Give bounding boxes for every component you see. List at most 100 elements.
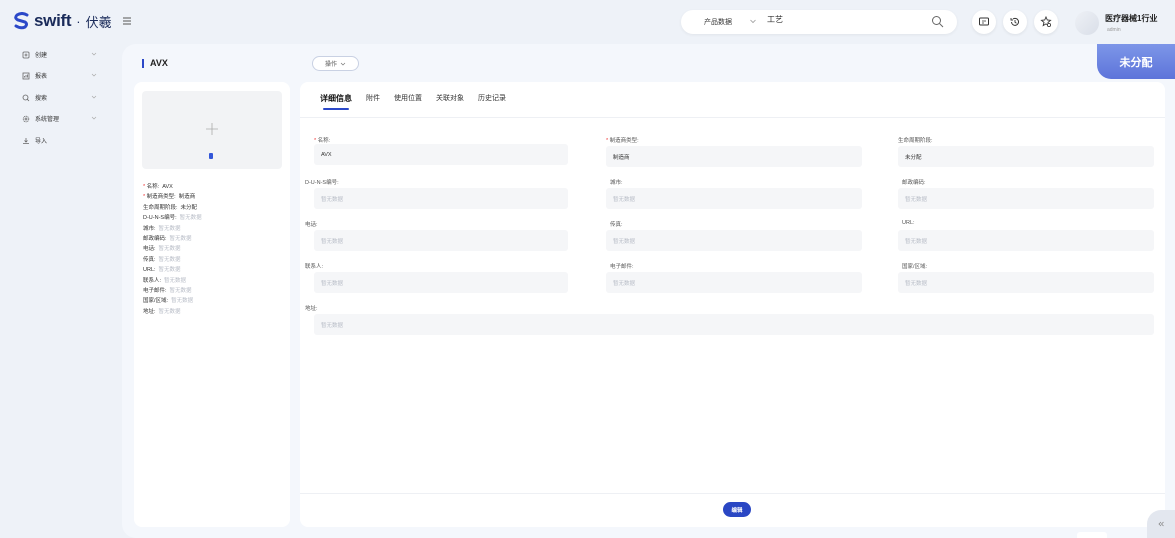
field-label-contact: 联系人:: [305, 264, 324, 270]
page-title: AVX: [150, 58, 168, 68]
summary-label: 国家/区域:: [143, 298, 169, 305]
summary-row: 联系人: 暂无数据: [143, 276, 202, 286]
report-icon: [22, 72, 30, 79]
summary-label: 邮政编码:: [143, 236, 167, 243]
image-pager-indicator[interactable]: [209, 153, 213, 159]
summary-row: 电话: 暂无数据: [143, 244, 202, 254]
collapse-panel-button[interactable]: [1147, 510, 1175, 538]
detail-card: 详细信息 附件 使用位置 关联对象 历史记录 * 名称: AVX * 制造商类型…: [300, 82, 1165, 527]
field-name[interactable]: AVX: [314, 144, 568, 165]
summary-value: 制造商: [178, 194, 196, 201]
summary-label: 电话:: [143, 246, 156, 253]
tab-history[interactable]: 历史记录: [478, 93, 506, 110]
summary-label: 城市:: [143, 225, 156, 232]
field-address[interactable]: 暂无数据: [314, 314, 1154, 335]
status-badge: 未分配: [1097, 44, 1175, 79]
summary-row: URL: 暂无数据: [143, 265, 202, 275]
search-input[interactable]: [767, 15, 917, 24]
field-manufacturer-type[interactable]: 制造商: [606, 146, 862, 167]
logo-icon: [14, 12, 29, 30]
field-email[interactable]: 暂无数据: [606, 272, 862, 293]
image-upload-area[interactable]: [142, 91, 282, 169]
summary-row: 城市: 暂无数据: [143, 224, 202, 234]
plus-icon[interactable]: [205, 122, 219, 136]
field-label-postal-code: 邮政编码:: [902, 180, 926, 186]
app-logo[interactable]: swift · 伏羲: [14, 11, 112, 31]
sidebar-item-label: 系统管理: [35, 117, 60, 123]
global-search: 产品数据: [681, 10, 957, 34]
field-label-lifecycle-stage: 生命周期阶段:: [898, 138, 933, 144]
summary-value: 暂无数据: [179, 215, 202, 222]
summary-list: * 名称: AVX * 制造商类型: 制造商 生命周期阶段: 未分配 D-U-N-S编…: [143, 182, 202, 317]
summary-value: 暂无数据: [171, 298, 194, 305]
chevron-down-icon: [91, 95, 97, 99]
search-icon[interactable]: [931, 15, 944, 28]
summary-value: 暂无数据: [158, 246, 181, 253]
field-label-city: 城市:: [610, 180, 623, 186]
favorite-settings-icon: [1040, 16, 1052, 28]
sidebar-item-label: 创建: [35, 53, 48, 59]
field-fax[interactable]: 暂无数据: [606, 230, 862, 251]
chevron-down-icon: [340, 62, 346, 65]
menu-toggle-icon[interactable]: [122, 16, 132, 26]
summary-row: 邮政编码: 暂无数据: [143, 234, 202, 244]
divider: [300, 493, 1165, 494]
sidebar-item-label: 报表: [35, 74, 48, 80]
org-name[interactable]: 医疗器械1行业: [1105, 13, 1157, 24]
summary-value: 暂无数据: [164, 277, 187, 284]
favorite-settings-button[interactable]: [1034, 10, 1058, 34]
status-label: 未分配: [1119, 56, 1153, 69]
main-content: AVX 操作 未分配 * 名称: AVX * 制造商类型: 制造商 生命周期阶段: 未…: [122, 44, 1175, 538]
tab-attachments[interactable]: 附件: [366, 93, 380, 110]
summary-value: 暂无数据: [169, 288, 192, 295]
field-label-url: URL:: [902, 220, 915, 226]
sidebar-item-create[interactable]: 创建: [22, 50, 97, 59]
field-city[interactable]: 暂无数据: [606, 188, 862, 209]
history-icon: [1010, 17, 1019, 26]
edit-button[interactable]: 编辑: [723, 502, 751, 517]
summary-value: 暂无数据: [158, 225, 181, 232]
summary-value: 未分配: [180, 204, 198, 211]
message-button[interactable]: [972, 10, 996, 34]
summary-row: 电子邮件: 暂无数据: [143, 286, 202, 296]
summary-label: 电子邮件:: [143, 288, 167, 295]
operations-dropdown[interactable]: 操作: [312, 56, 359, 71]
avatar[interactable]: [1075, 11, 1099, 35]
field-country-region[interactable]: 暂无数据: [898, 272, 1154, 293]
history-button[interactable]: [1003, 10, 1027, 34]
field-label-phone: 电话:: [305, 222, 318, 228]
field-label-fax: 传真:: [610, 222, 623, 228]
field-label-email: 电子邮件:: [610, 264, 634, 270]
field-contact[interactable]: 暂无数据: [314, 272, 568, 293]
search-icon: [22, 94, 30, 101]
message-icon: [979, 17, 989, 26]
sidebar-item-import[interactable]: 导入: [22, 136, 97, 145]
summary-row: 国家/区域: 暂无数据: [143, 296, 202, 306]
field-lifecycle-stage[interactable]: 未分配: [898, 146, 1154, 167]
search-scope-select[interactable]: 产品数据: [704, 17, 732, 27]
divider: [300, 117, 1165, 118]
field-url[interactable]: 暂无数据: [898, 230, 1154, 251]
field-duns[interactable]: 暂无数据: [314, 188, 568, 209]
summary-value: 暂无数据: [169, 236, 192, 243]
detail-tabs: 详细信息 附件 使用位置 关联对象 历史记录: [320, 93, 520, 110]
summary-label: 地址:: [143, 308, 156, 315]
tab-details[interactable]: 详细信息: [320, 93, 352, 110]
sidebar-item-system-management[interactable]: 系统管理: [22, 114, 97, 123]
field-postal-code[interactable]: 暂无数据: [898, 188, 1154, 209]
user-name: admin: [1107, 27, 1121, 33]
summary-value: 暂无数据: [158, 267, 181, 274]
top-bar: swift · 伏羲 产品数据 医: [0, 0, 1175, 44]
field-phone[interactable]: 暂无数据: [314, 230, 568, 251]
logo-text: swift: [34, 11, 72, 30]
tab-related-objects[interactable]: 关联对象: [436, 93, 464, 110]
tab-where-used[interactable]: 使用位置: [394, 93, 422, 110]
scrollbar[interactable]: [1077, 532, 1107, 538]
sidebar-item-report[interactable]: 报表: [22, 71, 97, 80]
sidebar-item-label: 导入: [35, 139, 48, 145]
sidebar-item-search[interactable]: 搜索: [22, 93, 97, 102]
chevron-down-icon[interactable]: [749, 17, 757, 25]
summary-label: D-U-N-S编号:: [143, 215, 177, 222]
summary-row: D-U-N-S编号: 暂无数据: [143, 213, 202, 223]
summary-card: * 名称: AVX * 制造商类型: 制造商 生命周期阶段: 未分配 D-U-N-S编…: [134, 82, 290, 527]
